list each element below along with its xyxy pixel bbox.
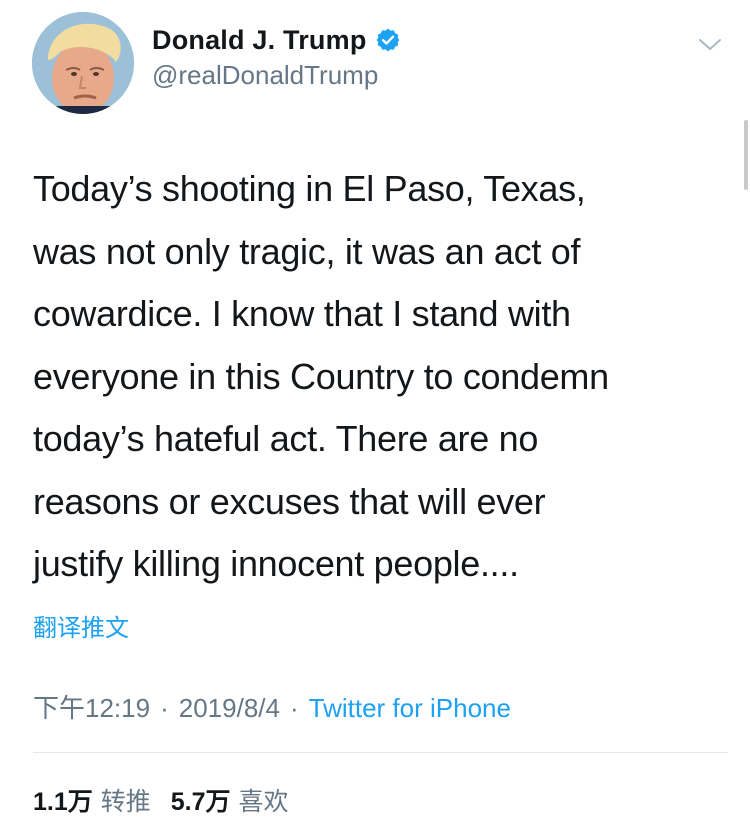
scroll-indicator bbox=[744, 120, 748, 190]
avatar[interactable] bbox=[32, 12, 134, 114]
meta-separator: · bbox=[289, 693, 299, 723]
tweet-text: Today’s shooting in El Paso, Texas, was … bbox=[33, 158, 723, 596]
tweet-metadata: 下午12:19 · 2019/8/4 · Twitter for iPhone bbox=[33, 688, 511, 725]
tweet-time: 下午12:19 bbox=[33, 693, 151, 723]
tweet-line: was not only tragic, it was an act of bbox=[33, 230, 581, 272]
retweets-label[interactable]: 转推 bbox=[101, 782, 151, 818]
translate-tweet-link[interactable]: 翻译推文 bbox=[33, 608, 129, 643]
tweet-line: Today’s shooting in El Paso, Texas, bbox=[33, 168, 586, 209]
tweet-stats: 1.1万 转推 5.7万 喜欢 bbox=[33, 782, 289, 818]
chevron-down-icon[interactable] bbox=[696, 30, 724, 58]
likes-label[interactable]: 喜欢 bbox=[239, 782, 289, 818]
author-display-name[interactable]: Donald J. Trump bbox=[152, 25, 367, 56]
tweet-line: reasons or excuses that will ever bbox=[33, 480, 546, 522]
retweets-count[interactable]: 1.1万 bbox=[33, 782, 93, 818]
meta-separator: · bbox=[160, 693, 169, 723]
profile-photo bbox=[32, 12, 134, 114]
likes-count[interactable]: 5.7万 bbox=[171, 782, 231, 818]
tweet-line: everyone in this Country to condemn bbox=[33, 355, 609, 397]
verified-badge-icon bbox=[375, 27, 401, 53]
tweet-date: 2019/8/4 bbox=[178, 693, 280, 723]
tweet-line: justify killing innocent people.... bbox=[33, 543, 519, 584]
tweet-source-link[interactable]: Twitter for iPhone bbox=[309, 693, 511, 723]
tweet-line: today’s hateful act. There are no bbox=[33, 418, 539, 459]
tweet-line: cowardice. I know that I stand with bbox=[33, 293, 571, 334]
author-handle[interactable]: @realDonaldTrump bbox=[152, 60, 378, 91]
divider bbox=[33, 752, 728, 753]
author-name-row[interactable]: Donald J. Trump bbox=[152, 22, 401, 58]
